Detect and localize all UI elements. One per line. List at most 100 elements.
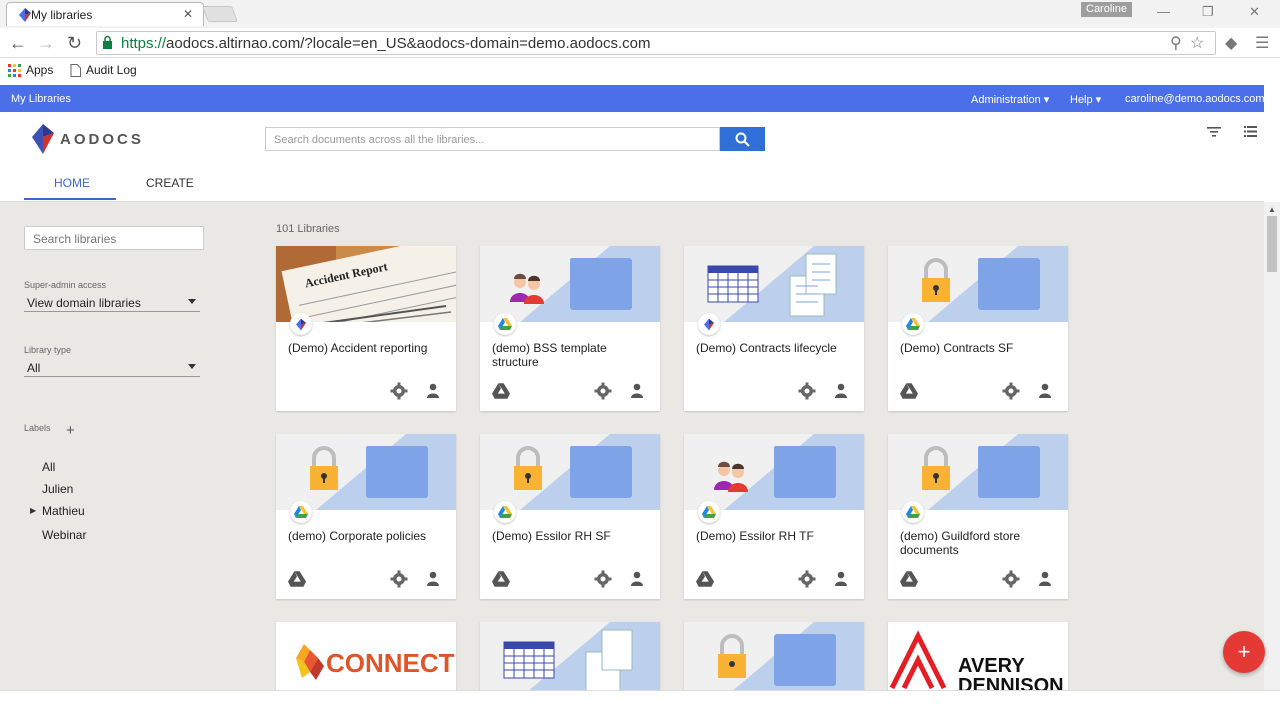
minimize-icon[interactable]: — — [1157, 4, 1170, 19]
reload-icon[interactable]: ↻ — [67, 33, 82, 54]
drive-badge-icon — [494, 313, 516, 335]
tab-close-icon[interactable]: ✕ — [183, 7, 193, 21]
library-type-label: Library type — [24, 345, 72, 355]
user-email[interactable]: caroline@demo.aodocs.com — [1125, 93, 1265, 105]
menu-icon[interactable]: ☰ — [1255, 33, 1269, 53]
person-icon[interactable] — [426, 383, 440, 399]
tab-home[interactable]: HOME — [54, 176, 90, 190]
library-title[interactable]: (demo) Corporate policies — [288, 529, 448, 543]
label-item-webinar[interactable]: Webinar — [42, 528, 86, 542]
drive-badge-icon — [902, 501, 924, 523]
library-card[interactable]: Accident Report (Demo) Accident reportin… — [276, 246, 456, 411]
new-tab-button[interactable] — [202, 6, 238, 22]
add-library-button[interactable]: + — [1223, 631, 1265, 673]
url-text: aodocs.altirnao.com/?locale=en_US&aodocs… — [166, 34, 651, 52]
gear-icon[interactable] — [798, 382, 816, 400]
gear-icon[interactable] — [798, 570, 816, 588]
administration-label: Administration — [971, 94, 1041, 106]
person-icon[interactable] — [630, 383, 644, 399]
list-view-icon[interactable] — [1244, 126, 1257, 137]
page-scrollbar[interactable]: ▲ — [1264, 202, 1280, 690]
person-icon[interactable] — [1038, 571, 1052, 587]
library-card[interactable] — [684, 622, 864, 690]
zoom-icon[interactable]: ⚲ — [1170, 33, 1182, 53]
library-card[interactable]: (demo) Guildford store documents — [888, 434, 1068, 599]
gear-icon[interactable] — [594, 570, 612, 588]
close-window-icon[interactable]: ✕ — [1249, 4, 1260, 20]
person-icon[interactable] — [630, 571, 644, 587]
superadmin-select[interactable]: View domain libraries — [24, 296, 200, 312]
expand-arrow-icon[interactable]: ▶ — [30, 506, 36, 515]
dennison-text: DENNISON — [958, 675, 1064, 690]
tab-create[interactable]: CREATE — [146, 176, 194, 190]
filter-icon[interactable] — [1207, 126, 1221, 138]
library-card[interactable]: (demo) Corporate policies — [276, 434, 456, 599]
browser-tab[interactable]: My libraries ✕ — [6, 2, 204, 26]
administration-menu[interactable]: Administration ▾ — [971, 93, 1049, 106]
drive-icon[interactable] — [900, 383, 918, 399]
library-type-select[interactable]: All — [24, 361, 200, 377]
library-title[interactable]: (demo) BSS template structure — [492, 341, 652, 369]
label-item-all[interactable]: All — [42, 460, 55, 474]
profile-badge[interactable]: Caroline — [1081, 2, 1132, 17]
library-title[interactable]: (demo) Guildford store documents — [900, 529, 1060, 557]
aodocs-logo[interactable]: AODOCS — [32, 124, 144, 154]
help-menu[interactable]: Help ▾ — [1070, 93, 1101, 106]
library-card[interactable]: (Demo) Essilor RH SF — [480, 434, 660, 599]
scrollbar-thumb[interactable] — [1267, 216, 1277, 272]
gear-icon[interactable] — [594, 382, 612, 400]
library-title[interactable]: (Demo) Essilor RH TF — [696, 529, 856, 543]
my-libraries-link[interactable]: My Libraries — [11, 93, 71, 105]
label-item-mathieu[interactable]: Mathieu — [42, 504, 85, 518]
library-card[interactable]: (Demo) Essilor RH TF — [684, 434, 864, 599]
drive-icon[interactable] — [492, 571, 510, 587]
document-search-input[interactable]: Search documents across all the librarie… — [265, 127, 720, 151]
forward-arrow-icon[interactable]: → — [37, 33, 55, 54]
library-card[interactable]: (Demo) Contracts SF — [888, 246, 1068, 411]
gear-icon[interactable] — [390, 570, 408, 588]
back-arrow-icon[interactable]: ← — [9, 33, 27, 54]
library-count: 101 Libraries — [276, 223, 340, 235]
scroll-up-icon[interactable]: ▲ — [1268, 205, 1276, 214]
lock-folder-image — [684, 622, 864, 690]
tab-title: My libraries — [31, 7, 93, 22]
drive-icon[interactable] — [696, 571, 714, 587]
library-card[interactable]: AVERY DENNISON — [888, 622, 1068, 690]
person-icon[interactable] — [834, 571, 848, 587]
url-field[interactable]: https://aodocs.altirnao.com/?locale=en_U… — [96, 31, 1216, 55]
gear-icon[interactable] — [1002, 382, 1020, 400]
connect-logo-text: CONNECT — [326, 648, 455, 678]
superadmin-value: View domain libraries — [27, 296, 141, 310]
restore-icon[interactable]: ❐ — [1202, 4, 1214, 20]
library-search-input[interactable]: Search libraries — [24, 226, 204, 250]
bookmark-star-icon[interactable]: ☆ — [1190, 33, 1204, 53]
search-button[interactable] — [720, 127, 765, 151]
library-title[interactable]: (Demo) Contracts SF — [900, 341, 1060, 355]
drive-icon[interactable] — [288, 571, 306, 587]
lock-icon — [103, 35, 112, 49]
drive-icon[interactable] — [900, 571, 918, 587]
library-card[interactable]: (demo) BSS template structure — [480, 246, 660, 411]
app-top-bar: My Libraries Administration ▾ Help ▾ car… — [0, 85, 1265, 112]
gear-icon[interactable] — [390, 382, 408, 400]
person-icon[interactable] — [426, 571, 440, 587]
add-label-icon[interactable]: + — [66, 422, 75, 439]
extension-icon[interactable]: ◆ — [1225, 33, 1237, 53]
person-icon[interactable] — [1038, 383, 1052, 399]
person-icon[interactable] — [834, 383, 848, 399]
library-title[interactable]: (Demo) Essilor RH SF — [492, 529, 652, 543]
label-item-julien[interactable]: Julien — [42, 482, 73, 496]
library-card[interactable]: (Demo) Contracts lifecycle — [684, 246, 864, 411]
apps-bookmark[interactable]: Apps — [8, 63, 53, 77]
bookmarks-bar: Apps Audit Log — [0, 58, 1280, 84]
library-title[interactable]: (Demo) Accident reporting — [288, 341, 448, 355]
library-card[interactable] — [480, 622, 660, 690]
audit-log-bookmark[interactable]: Audit Log — [70, 63, 137, 77]
url-scheme: https:// — [121, 34, 167, 52]
library-card[interactable]: CONNECT — [276, 622, 456, 690]
aodocs-badge-icon — [698, 313, 720, 335]
status-bar — [0, 690, 1280, 720]
library-title[interactable]: (Demo) Contracts lifecycle — [696, 341, 856, 355]
gear-icon[interactable] — [1002, 570, 1020, 588]
drive-icon[interactable] — [492, 383, 510, 399]
